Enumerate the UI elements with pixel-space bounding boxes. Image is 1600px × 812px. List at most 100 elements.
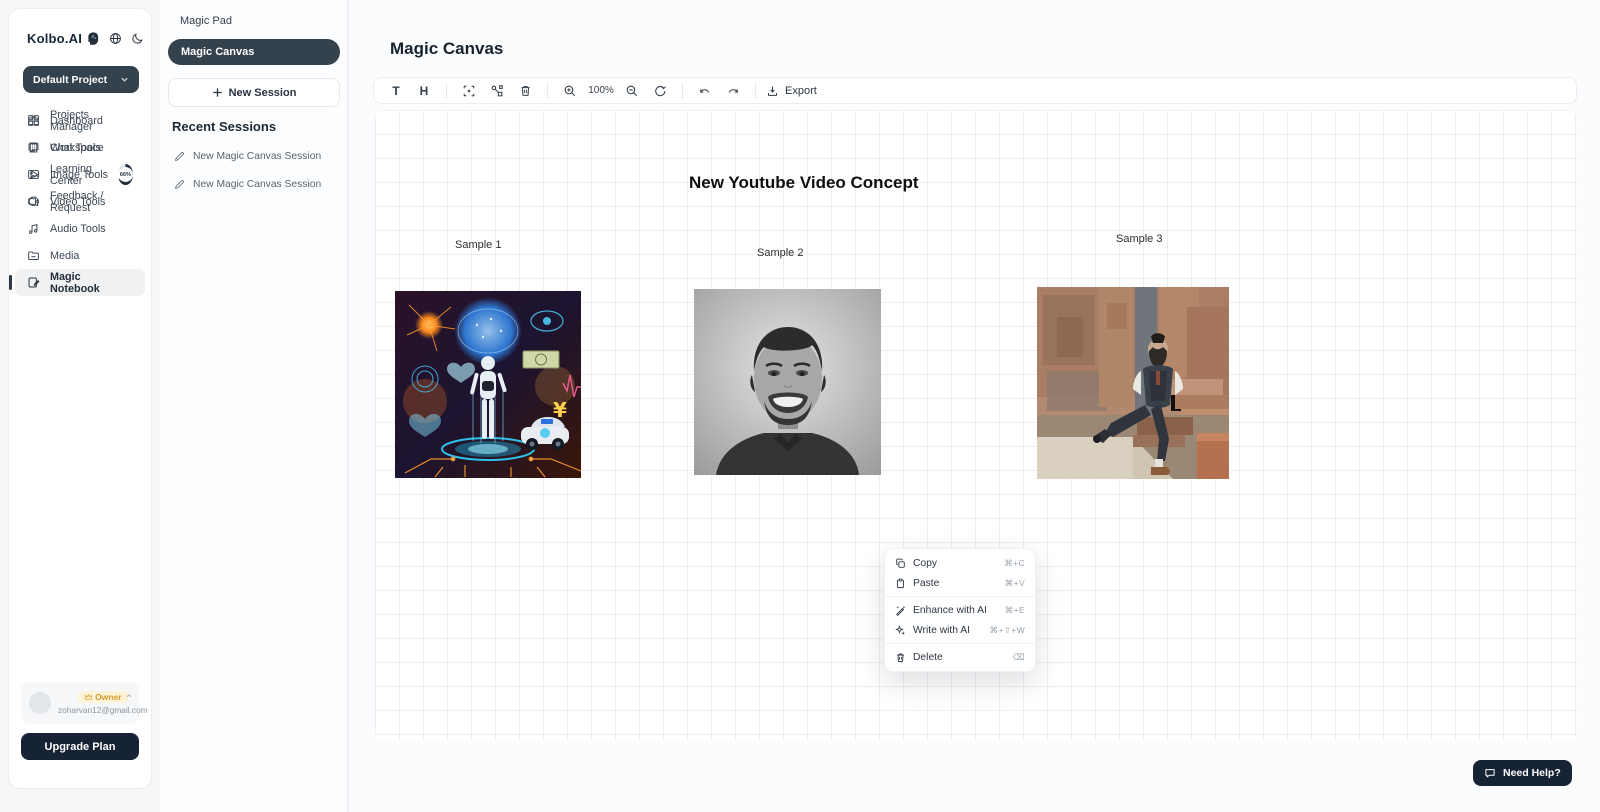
sample-image-3[interactable] [1037,287,1229,479]
sidebar-bottom-nav: Projects Manager Workspace Learning Cent… [15,107,145,673]
sidebar-item-label: Projects Manager [50,109,133,133]
context-menu-paste[interactable]: Paste ⌘+V [885,573,1035,593]
sample-3-label[interactable]: Sample 3 [1116,233,1162,245]
feedback-bubble-icon [27,195,40,208]
dark-mode-button[interactable] [131,32,144,45]
heading-tool-label: H [420,84,429,98]
page-title: Magic Canvas [390,39,503,59]
learning-progress-value: 66% [118,167,133,182]
sidebar-item-label: Feedback / Request [50,190,133,214]
board-title[interactable]: New Youtube Video Concept [689,173,919,193]
context-item-label: Enhance with AI [913,605,987,616]
pencil-icon [174,179,185,190]
connector-icon [490,84,504,98]
sidebar-item-projects-manager[interactable]: Projects Manager [15,107,145,134]
globe-icon [109,32,122,45]
delete-tool-button[interactable] [513,80,537,102]
context-menu-delete[interactable]: Delete ⌫ [885,647,1035,667]
sample-1-label[interactable]: Sample 1 [455,239,501,251]
sidebar-item-label: Workspace [50,142,104,154]
project-selector[interactable]: Default Project [23,66,139,93]
context-menu-divider [885,643,1035,644]
download-icon [766,84,779,97]
new-session-button[interactable]: New Session [168,78,340,107]
redo-icon [726,84,740,98]
chevron-up-icon [125,692,133,700]
context-item-shortcut: ⌘+C [1004,558,1025,569]
tab-magic-pad[interactable]: Magic Pad [180,15,232,27]
heading-tool-button[interactable]: H [412,80,436,102]
redo-button[interactable] [721,80,745,102]
brand-name: Kolbo.AI [27,31,82,46]
context-menu-enhance-ai[interactable]: Enhance with AI ⌘+E [885,600,1035,620]
owner-badge-label: Owner [95,692,121,702]
play-icon [27,168,40,181]
user-account-card[interactable]: Owner zoharvan12@gmail.com [21,682,139,724]
session-list-item[interactable]: New Magic Canvas Session [174,179,321,190]
sample-image-1[interactable]: ¥ [395,291,581,478]
project-selector-label: Default Project [33,74,107,86]
zoom-in-button[interactable] [558,80,582,102]
context-item-shortcut: ⌫ [1013,652,1025,663]
sidebar-item-label: Learning Center [50,163,106,187]
ai-select-button[interactable] [457,80,481,102]
briefcase-icon [27,114,40,127]
session-list-item[interactable]: New Magic Canvas Session [174,151,321,162]
context-menu-write-ai[interactable]: Write with AI ⌘+⇧+W [885,620,1035,640]
sidebar-item-workspace[interactable]: Workspace [15,134,145,161]
recent-sessions-heading: Recent Sessions [172,119,276,134]
need-help-label: Need Help? [1503,767,1561,779]
owner-badge: Owner [77,691,128,703]
context-menu: Copy ⌘+C Paste ⌘+V Enhance with AI ⌘+E W… [884,548,1036,672]
user-email: zoharvan12@gmail.com [58,705,148,715]
session-item-label: New Magic Canvas Session [193,179,321,190]
context-item-shortcut: ⌘+E [1005,605,1025,616]
sparkles-icon [895,625,906,636]
zoom-out-icon [625,84,639,98]
context-item-label: Paste [913,578,939,589]
context-menu-copy[interactable]: Copy ⌘+C [885,553,1035,573]
context-item-label: Copy [913,558,937,569]
sessions-panel: Magic Pad Magic Canvas New Session Recen… [160,0,348,812]
context-menu-divider [885,596,1035,597]
connector-tool-button[interactable] [485,80,509,102]
plus-icon [212,87,223,98]
trash-icon [519,84,532,97]
need-help-button[interactable]: Need Help? [1473,760,1572,786]
sidebar-item-learning-center[interactable]: Learning Center 66% [15,161,145,188]
sample-image-2[interactable] [694,289,881,475]
trash-icon [895,652,906,663]
toolbar-divider [547,83,548,99]
crown-icon [84,693,93,701]
sidebar-item-feedback[interactable]: Feedback / Request [15,188,145,215]
text-tool-label: T [392,84,399,98]
learning-progress-ring: 66% [118,164,133,185]
tab-magic-canvas[interactable]: Magic Canvas [168,39,340,65]
avatar [29,692,51,714]
sample-2-label[interactable]: Sample 2 [757,247,803,259]
moon-icon [131,32,144,45]
copy-icon [895,558,906,569]
paste-icon [895,578,906,589]
undo-button[interactable] [693,80,717,102]
session-item-label: New Magic Canvas Session [193,151,321,162]
zoom-level: 100% [586,85,616,96]
pencil-icon [174,151,185,162]
chevron-down-icon [120,75,129,84]
undo-icon [698,84,712,98]
context-item-shortcut: ⌘+V [1005,578,1025,589]
toolbar-divider [446,83,447,99]
new-session-label: New Session [229,87,297,99]
language-globe-button[interactable] [109,32,122,45]
left-sidebar: Kolbo.AI Default Project Dashboard Chat … [8,8,152,789]
zoom-in-icon [563,84,577,98]
zoom-out-button[interactable] [620,80,644,102]
text-tool-button[interactable]: T [384,80,408,102]
upgrade-plan-button[interactable]: Upgrade Plan [21,733,139,760]
building-icon [27,141,40,154]
toolbar-divider [682,83,683,99]
export-label: Export [785,85,817,97]
help-chat-icon [1484,767,1496,779]
export-button[interactable]: Export [766,84,817,97]
reset-view-button[interactable] [648,80,672,102]
